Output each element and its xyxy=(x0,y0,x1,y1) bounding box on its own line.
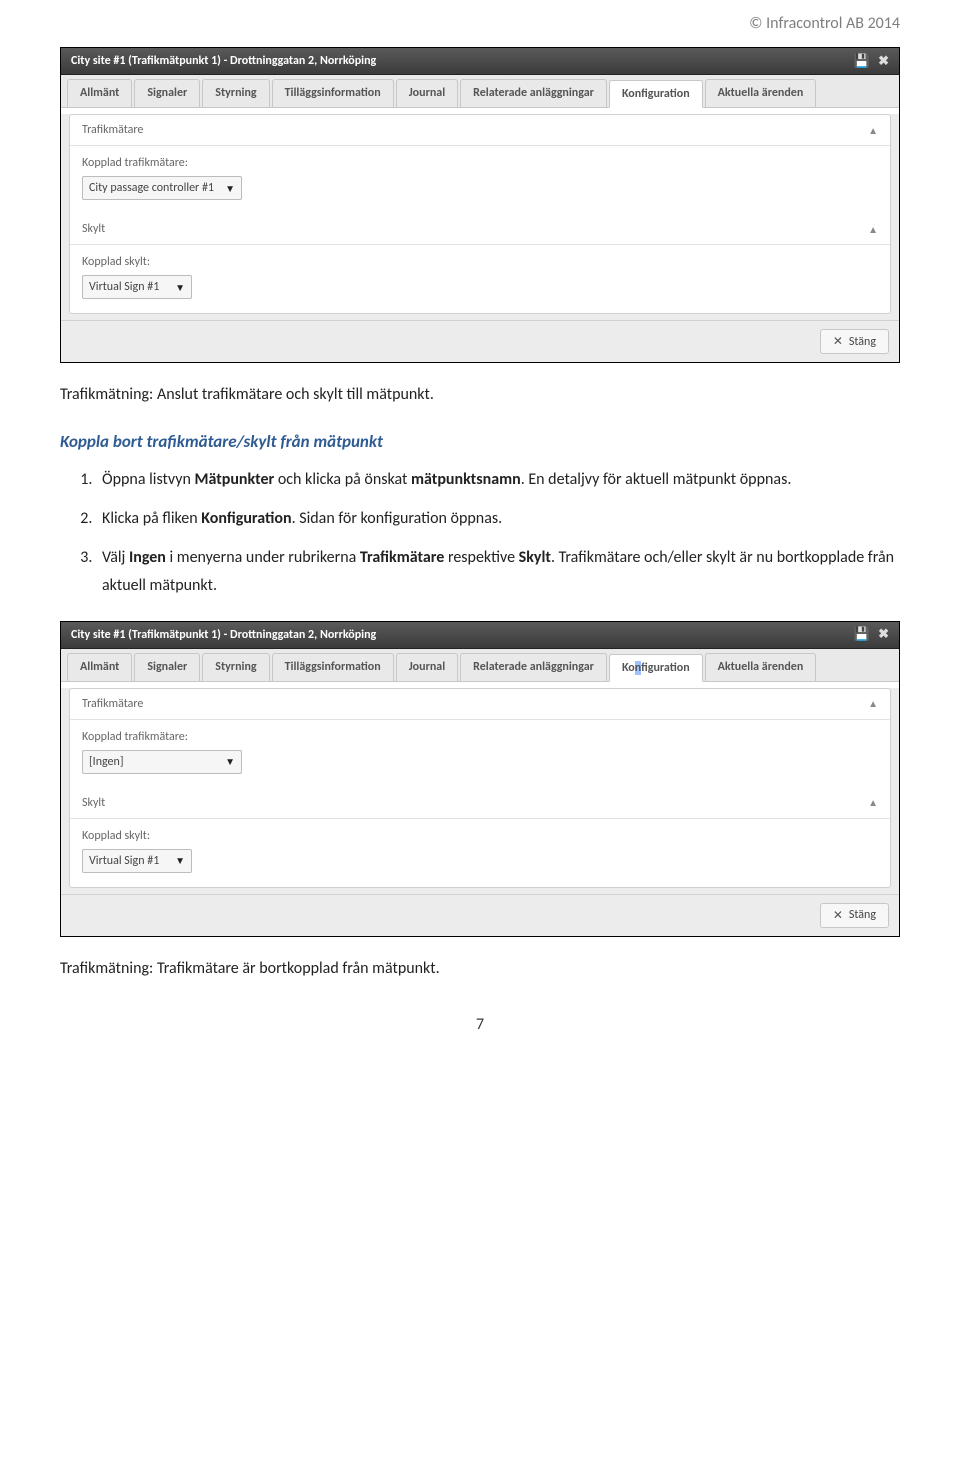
save-icon[interactable]: 💾 xyxy=(854,55,870,68)
kopplad-trafik-label: Kopplad trafikmätare: xyxy=(82,730,878,744)
panel2-content-outer: Trafikmätare ▲ Kopplad trafikmätare: [In… xyxy=(61,688,899,936)
panel2-titlebar: City site #1 (Trafikmätpunkt 1) - Drottn… xyxy=(61,622,899,649)
panel1-tabs: Allmänt Signaler Styrning Tilläggsinform… xyxy=(61,75,899,108)
caret-up-icon: ▲ xyxy=(868,223,878,236)
step-3: Välj Ingen i menyerna under rubrikerna T… xyxy=(96,544,900,598)
tab-relaterade[interactable]: Relaterade anläggningar xyxy=(460,653,607,681)
tab-journal[interactable]: Journal xyxy=(396,79,458,107)
page-number: 7 xyxy=(60,1015,900,1034)
chevron-down-icon: ▼ xyxy=(175,854,185,867)
close-button[interactable]: ✕ Stäng xyxy=(820,329,889,354)
figure-caption-1: Trafikmätning: Anslut trafikmätare och s… xyxy=(60,383,900,407)
config-panel-1: City site #1 (Trafikmätpunkt 1) - Drottn… xyxy=(60,47,900,363)
close-icon[interactable]: ✖ xyxy=(878,55,889,68)
close-button[interactable]: ✕ Stäng xyxy=(820,903,889,928)
instruction-steps: Öppna listvyn Mätpunkter och klicka på ö… xyxy=(96,466,900,599)
skylt-select[interactable]: Virtual Sign #1 ▼ xyxy=(82,275,192,299)
config-panel-2: City site #1 (Trafikmätpunkt 1) - Drottn… xyxy=(60,621,900,937)
kopplad-trafik-label: Kopplad trafikmätare: xyxy=(82,156,878,170)
trafik-select[interactable]: [Ingen] ▼ xyxy=(82,750,242,774)
tab-tillagg[interactable]: Tilläggsinformation xyxy=(272,79,394,107)
panel1-titlebar: City site #1 (Trafikmätpunkt 1) - Drottn… xyxy=(61,48,899,75)
caret-up-icon: ▲ xyxy=(868,796,878,809)
tab-styrning[interactable]: Styrning xyxy=(202,653,269,681)
kopplad-skylt-label: Kopplad skylt: xyxy=(82,829,878,843)
section-skylt-body: Kopplad skylt: Virtual Sign #1 ▼ xyxy=(70,245,890,313)
tab-styrning[interactable]: Styrning xyxy=(202,79,269,107)
section-trafikmatare-body: Kopplad trafikmätare: City passage contr… xyxy=(70,146,890,214)
tab-konfiguration[interactable]: Konfiguration xyxy=(609,654,703,682)
panel2-tabs: Allmänt Signaler Styrning Tilläggsinform… xyxy=(61,649,899,682)
tab-journal[interactable]: Journal xyxy=(396,653,458,681)
tab-allmant[interactable]: Allmänt xyxy=(67,79,132,107)
document-body: City site #1 (Trafikmätpunkt 1) - Drottn… xyxy=(0,47,960,1064)
step-1: Öppna listvyn Mätpunkter och klicka på ö… xyxy=(96,466,900,493)
panel1-titlebar-icons: 💾 ✖ xyxy=(854,55,889,68)
tab-aktuella[interactable]: Aktuella ärenden xyxy=(705,79,817,107)
close-x-icon: ✕ xyxy=(833,334,843,349)
trafik-select[interactable]: City passage controller #1 ▼ xyxy=(82,176,242,200)
section-skylt-header[interactable]: Skylt ▲ xyxy=(70,788,890,819)
chevron-down-icon: ▼ xyxy=(225,755,235,768)
tab-signaler[interactable]: Signaler xyxy=(134,79,200,107)
chevron-down-icon: ▼ xyxy=(225,182,235,195)
panel2-footer: ✕ Stäng xyxy=(61,894,899,936)
section-skylt-body: Kopplad skylt: Virtual Sign #1 ▼ xyxy=(70,819,890,887)
section-heading: Koppla bort trafikmätare/skylt från mätp… xyxy=(60,431,900,452)
tab-aktuella[interactable]: Aktuella ärenden xyxy=(705,653,817,681)
panel2-content: Trafikmätare ▲ Kopplad trafikmätare: [In… xyxy=(69,688,891,888)
caret-up-icon: ▲ xyxy=(868,697,878,710)
caret-up-icon: ▲ xyxy=(868,124,878,137)
tab-konfiguration[interactable]: Konfiguration xyxy=(609,80,703,108)
panel1-title: City site #1 (Trafikmätpunkt 1) - Drottn… xyxy=(71,54,376,68)
section-skylt-header[interactable]: Skylt ▲ xyxy=(70,214,890,245)
panel1-footer: ✕ Stäng xyxy=(61,320,899,362)
tab-relaterade[interactable]: Relaterade anläggningar xyxy=(460,79,607,107)
panel2-titlebar-icons: 💾 ✖ xyxy=(854,628,889,641)
tab-signaler[interactable]: Signaler xyxy=(134,653,200,681)
section-trafikmatare-header[interactable]: Trafikmätare ▲ xyxy=(70,115,890,146)
save-icon[interactable]: 💾 xyxy=(854,628,870,641)
close-icon[interactable]: ✖ xyxy=(878,628,889,641)
page-header: © Infracontrol AB 2014 xyxy=(0,0,960,41)
chevron-down-icon: ▼ xyxy=(175,281,185,294)
copyright: © Infracontrol AB 2014 xyxy=(749,14,900,33)
tab-allmant[interactable]: Allmänt xyxy=(67,653,132,681)
section-trafikmatare-header[interactable]: Trafikmätare ▲ xyxy=(70,689,890,720)
tab-tillagg[interactable]: Tilläggsinformation xyxy=(272,653,394,681)
section-trafikmatare-body: Kopplad trafikmätare: [Ingen] ▼ xyxy=(70,720,890,788)
figure-caption-2: Trafikmätning: Trafikmätare är bortkoppl… xyxy=(60,957,900,981)
panel1-content: Trafikmätare ▲ Kopplad trafikmätare: Cit… xyxy=(69,114,891,314)
skylt-select[interactable]: Virtual Sign #1 ▼ xyxy=(82,849,192,873)
close-x-icon: ✕ xyxy=(833,908,843,923)
panel1-content-outer: Trafikmätare ▲ Kopplad trafikmätare: Cit… xyxy=(61,114,899,362)
step-2: Klicka på fliken Konfiguration. Sidan fö… xyxy=(96,505,900,532)
kopplad-skylt-label: Kopplad skylt: xyxy=(82,255,878,269)
panel2-title: City site #1 (Trafikmätpunkt 1) - Drottn… xyxy=(71,628,376,642)
